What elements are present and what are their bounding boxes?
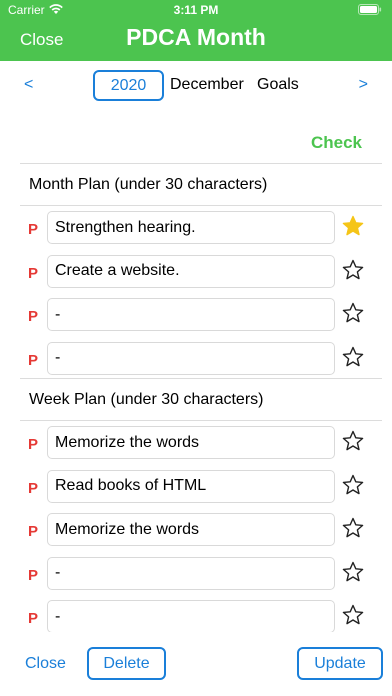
divider (20, 378, 382, 379)
plan-mark: P (28, 479, 39, 497)
prev-month-button[interactable]: < (24, 76, 33, 94)
plan-mark: P (28, 566, 39, 584)
plan-row: P- (0, 555, 392, 598)
month-plan-title: Month Plan (under 30 characters) (29, 176, 268, 193)
plan-mark: P (28, 523, 39, 540)
star-outline-icon[interactable] (341, 429, 365, 453)
plan-text-field[interactable]: - (47, 600, 335, 633)
divider (20, 420, 382, 421)
plan-text-field[interactable]: Create a website. (47, 254, 335, 288)
divider (20, 205, 382, 206)
star-outline-icon[interactable] (341, 473, 365, 497)
star-outline-icon[interactable] (341, 516, 365, 540)
star-outline-icon[interactable] (341, 301, 365, 325)
week-plan-title: Week Plan (under 30 characters) (29, 391, 264, 408)
star-outline-icon[interactable] (341, 560, 365, 584)
plan-row: P Memorize the words (0, 424, 392, 467)
plan-mark: P (28, 610, 39, 627)
page-title: PDCA Month (126, 24, 266, 50)
plan-row: P- (0, 340, 392, 383)
close-button-bottom[interactable]: Close (25, 655, 66, 673)
plan-text-field[interactable]: Strengthen hearing. (47, 211, 335, 244)
plan-text-field[interactable]: - (47, 298, 335, 331)
divider (20, 163, 382, 164)
header-bar: Carrier 3:11 PM Close PDCA Month (0, 0, 392, 61)
plan-row: P Create a website. (0, 253, 392, 296)
status-time: 3:11 PM (173, 3, 219, 17)
plan-row: P Strengthen hearing. (0, 209, 392, 252)
plan-mark: P (28, 351, 39, 369)
plan-text-field[interactable]: Read books of HTML (47, 469, 335, 503)
plan-mark: P (28, 436, 39, 453)
update-button[interactable]: Update (297, 647, 383, 680)
battery-icon (358, 4, 382, 15)
plan-text-field[interactable]: - (47, 341, 335, 375)
star-filled-icon[interactable] (341, 214, 365, 238)
status-bar: Carrier 3:11 PM (0, 0, 392, 20)
check-button[interactable]: Check (311, 133, 362, 153)
plan-mark: P (28, 308, 39, 325)
star-outline-icon[interactable] (341, 603, 365, 627)
plan-row: P- (0, 296, 392, 339)
plan-text-field[interactable]: Memorize the words (47, 426, 335, 459)
star-outline-icon[interactable] (341, 345, 365, 369)
star-outline-icon[interactable] (341, 258, 365, 282)
plan-text-field[interactable]: - (47, 556, 335, 590)
month-label: December (170, 76, 244, 93)
plan-text-field[interactable]: Memorize the words (47, 513, 335, 546)
year-selector[interactable]: 2020 (93, 70, 164, 101)
plan-mark: P (28, 264, 39, 282)
delete-button[interactable]: Delete (87, 647, 166, 680)
plan-row: P Read books of HTML (0, 468, 392, 511)
goals-label: Goals (257, 76, 299, 93)
plan-mark: P (28, 221, 39, 238)
plan-row: P Memorize the words (0, 511, 392, 554)
next-month-button[interactable]: > (359, 76, 368, 94)
